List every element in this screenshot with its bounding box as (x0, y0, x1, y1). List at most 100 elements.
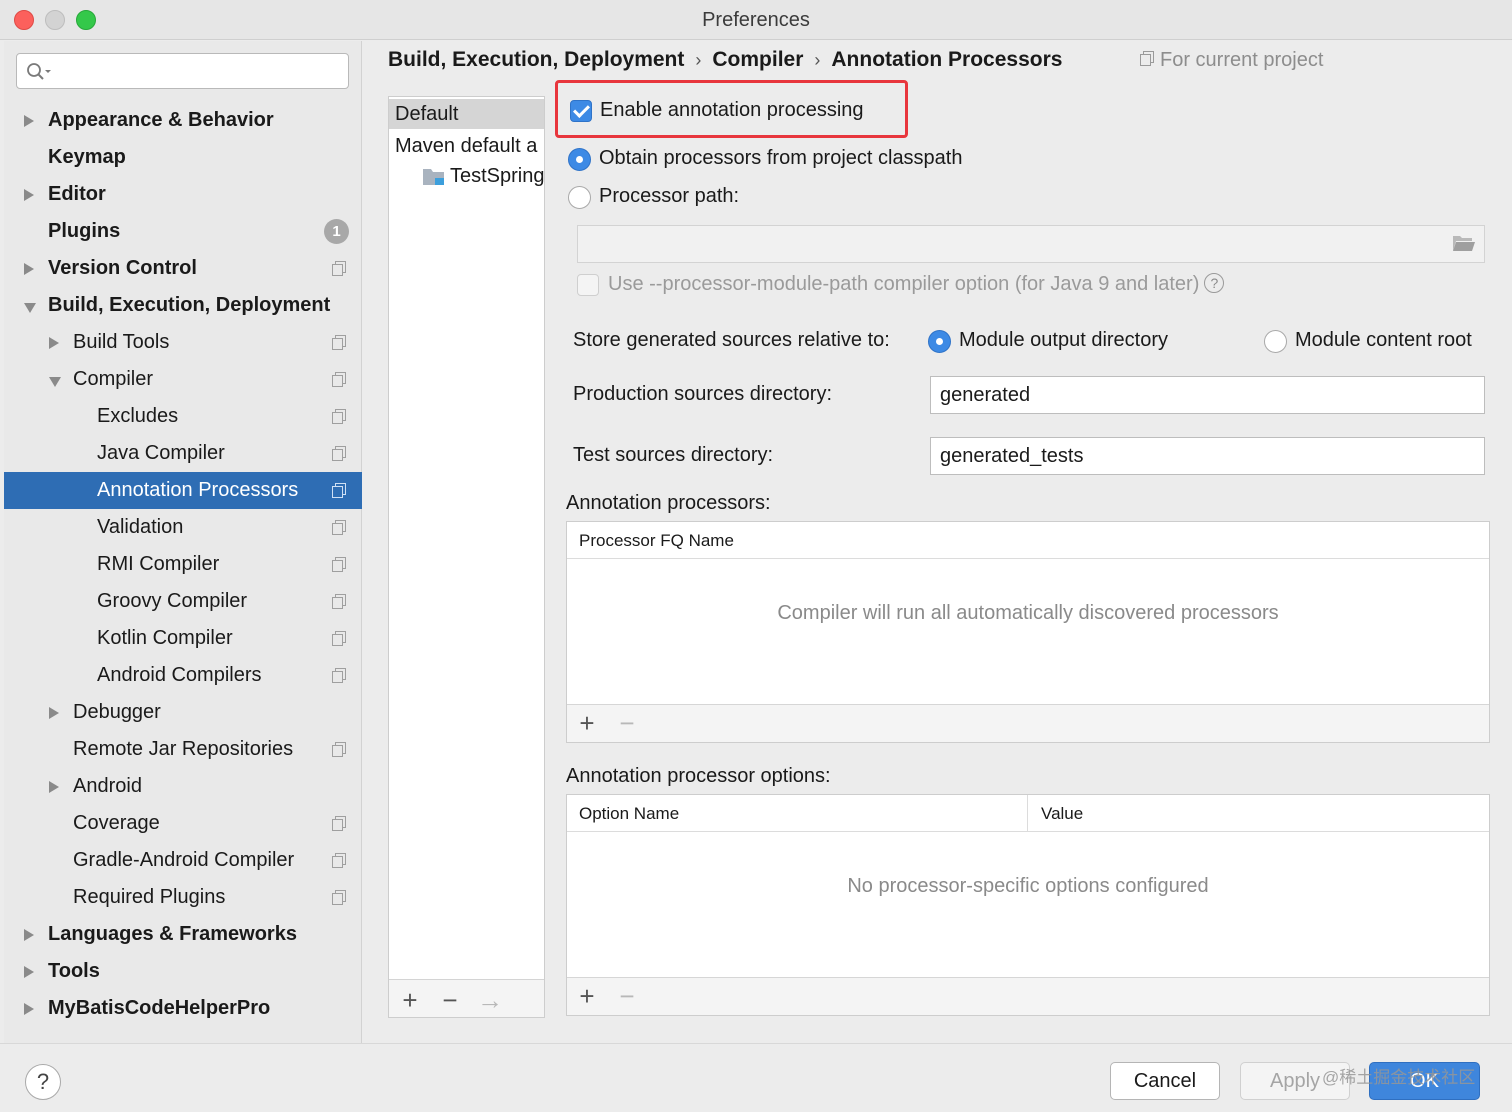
sidebar-item-label: MyBatisCodeHelperPro (48, 997, 271, 1019)
sidebar-item-excludes[interactable]: Excludes (4, 398, 362, 435)
collapsed-arrow-icon[interactable] (49, 337, 59, 349)
use-module-path-checkbox[interactable] (577, 274, 599, 296)
options-empty-text: No processor-specific options configured (847, 875, 1209, 897)
move-profile-button[interactable]: → (475, 985, 505, 1015)
sidebar-item-android-compilers[interactable]: Android Compilers (4, 657, 362, 694)
collapsed-arrow-icon[interactable] (24, 263, 34, 275)
sidebar-item-gradle-android-compiler[interactable]: Gradle-Android Compiler (4, 842, 362, 879)
obtain-from-classpath-radio[interactable] (568, 148, 591, 171)
collapsed-arrow-icon[interactable] (24, 1003, 34, 1015)
add-processor-button[interactable]: + (572, 708, 602, 738)
sidebar-item-label: Tools (48, 960, 100, 982)
project-scope-icon (332, 816, 346, 831)
sidebar-item-mybatiscodehelperpro[interactable]: MyBatisCodeHelperPro (4, 990, 362, 1027)
sidebar-item-label: Annotation Processors (97, 479, 299, 501)
sidebar-item-validation[interactable]: Validation (4, 509, 362, 546)
title-bar: Preferences (0, 0, 1512, 40)
processor-path-field[interactable] (577, 225, 1485, 263)
sidebar-item-label: Excludes (97, 405, 179, 427)
add-profile-button[interactable]: + (395, 985, 425, 1015)
sidebar-item-languages-frameworks[interactable]: Languages & Frameworks (4, 916, 362, 953)
sidebar-item-compiler[interactable]: Compiler (4, 361, 362, 398)
test-dir-label: Test sources directory: (573, 444, 774, 466)
scope-indicator: For current project (1140, 49, 1323, 72)
sidebar-item-debugger[interactable]: Debugger (4, 694, 362, 731)
collapsed-arrow-icon[interactable] (24, 929, 34, 941)
project-scope-icon (332, 261, 346, 276)
enable-annotation-processing-label[interactable]: Enable annotation processing (600, 99, 864, 122)
profile-default[interactable]: Default (389, 99, 544, 129)
update-count-badge: 1 (324, 219, 349, 244)
help-button[interactable]: ? (25, 1064, 61, 1100)
breadcrumb-compiler[interactable]: Compiler (712, 48, 803, 72)
open-folder-icon[interactable] (1452, 234, 1476, 253)
processor-path-radio[interactable] (568, 186, 591, 209)
processor-options-table: Option Name Value No processor-specific … (566, 794, 1490, 1016)
column-option-name[interactable]: Option Name (567, 795, 1028, 832)
sidebar-item-build-tools[interactable]: Build Tools (4, 324, 362, 361)
profiles-list: Default Maven default a TestSpring + − → (388, 96, 545, 1018)
help-circle-icon[interactable]: ? (1204, 272, 1225, 293)
sidebar-item-coverage[interactable]: Coverage (4, 805, 362, 842)
production-dir-field[interactable]: generated (930, 376, 1485, 414)
module-output-directory-radio[interactable] (928, 330, 951, 353)
sidebar-item-required-plugins[interactable]: Required Plugins (4, 879, 362, 916)
sidebar-item-kotlin-compiler[interactable]: Kotlin Compiler (4, 620, 362, 657)
sidebar-item-appearance-behavior[interactable]: Appearance & Behavior (4, 102, 362, 139)
expanded-arrow-icon[interactable] (49, 377, 61, 387)
module-content-root-radio[interactable] (1264, 330, 1287, 353)
test-dir-value: generated_tests (940, 445, 1084, 467)
processor-path-label[interactable]: Processor path: (599, 185, 739, 208)
sidebar-item-label: Coverage (73, 812, 160, 834)
sidebar-item-label: Appearance & Behavior (48, 109, 274, 131)
column-value[interactable]: Value (1029, 795, 1489, 832)
sidebar-item-java-compiler[interactable]: Java Compiler (4, 435, 362, 472)
sidebar-item-label: Remote Jar Repositories (73, 738, 294, 760)
sidebar-item-remote-jar-repositories[interactable]: Remote Jar Repositories (4, 731, 362, 768)
column-processor-fq-name[interactable]: Processor FQ Name (567, 522, 1489, 559)
sidebar-item-editor[interactable]: Editor (4, 176, 362, 213)
obtain-from-classpath-label[interactable]: Obtain processors from project classpath (599, 147, 963, 170)
remove-option-button[interactable]: − (612, 981, 642, 1011)
use-module-path-label[interactable]: Use --processor-module-path compiler opt… (608, 272, 1225, 296)
breadcrumb-build[interactable]: Build, Execution, Deployment (388, 48, 684, 72)
table-header: Processor FQ Name (567, 522, 1489, 559)
sidebar-item-rmi-compiler[interactable]: RMI Compiler (4, 546, 362, 583)
remove-processor-button[interactable]: − (612, 708, 642, 738)
sidebar-item-android[interactable]: Android (4, 768, 362, 805)
breadcrumb: Build, Execution, Deployment › Compiler › An… (388, 48, 1062, 78)
sidebar-item-tools[interactable]: Tools (4, 953, 362, 990)
table-header: Option Name Value (567, 795, 1489, 832)
sidebar-item-build-execution-deployment[interactable]: Build, Execution, Deployment (4, 287, 362, 324)
sidebar-item-annotation-processors[interactable]: Annotation Processors (4, 472, 362, 509)
collapsed-arrow-icon[interactable] (49, 781, 59, 793)
profile-maven-default[interactable]: Maven default a (389, 131, 544, 161)
collapsed-arrow-icon[interactable] (24, 189, 34, 201)
module-content-root-label[interactable]: Module content root (1295, 329, 1472, 352)
module-output-directory-label[interactable]: Module output directory (959, 329, 1168, 352)
search-icon (27, 63, 51, 80)
collapsed-arrow-icon[interactable] (24, 966, 34, 978)
search-input[interactable] (55, 58, 340, 84)
sidebar-item-groovy-compiler[interactable]: Groovy Compiler (4, 583, 362, 620)
sidebar-item-version-control[interactable]: Version Control (4, 250, 362, 287)
production-dir-value: generated (940, 384, 1031, 406)
remove-profile-button[interactable]: − (435, 985, 465, 1015)
collapsed-arrow-icon[interactable] (49, 707, 59, 719)
sidebar-item-plugins[interactable]: Plugins 1 (4, 213, 362, 250)
window-title: Preferences (702, 9, 810, 31)
enable-annotation-processing-checkbox[interactable] (570, 100, 592, 122)
project-scope-icon (332, 631, 346, 646)
cancel-button[interactable]: Cancel (1110, 1062, 1220, 1100)
project-scope-icon (1140, 51, 1154, 67)
sidebar-item-label: Version Control (48, 257, 197, 279)
add-option-button[interactable]: + (572, 981, 602, 1011)
test-dir-field[interactable]: generated_tests (930, 437, 1485, 475)
profile-module-testspring[interactable]: TestSpring (389, 161, 544, 191)
expanded-arrow-icon[interactable] (24, 303, 36, 313)
sidebar-item-keymap[interactable]: Keymap (4, 139, 362, 176)
collapsed-arrow-icon[interactable] (24, 115, 34, 127)
settings-search[interactable] (16, 53, 349, 89)
sidebar-item-label: Java Compiler (97, 442, 225, 464)
scope-label: For current project (1160, 49, 1324, 71)
